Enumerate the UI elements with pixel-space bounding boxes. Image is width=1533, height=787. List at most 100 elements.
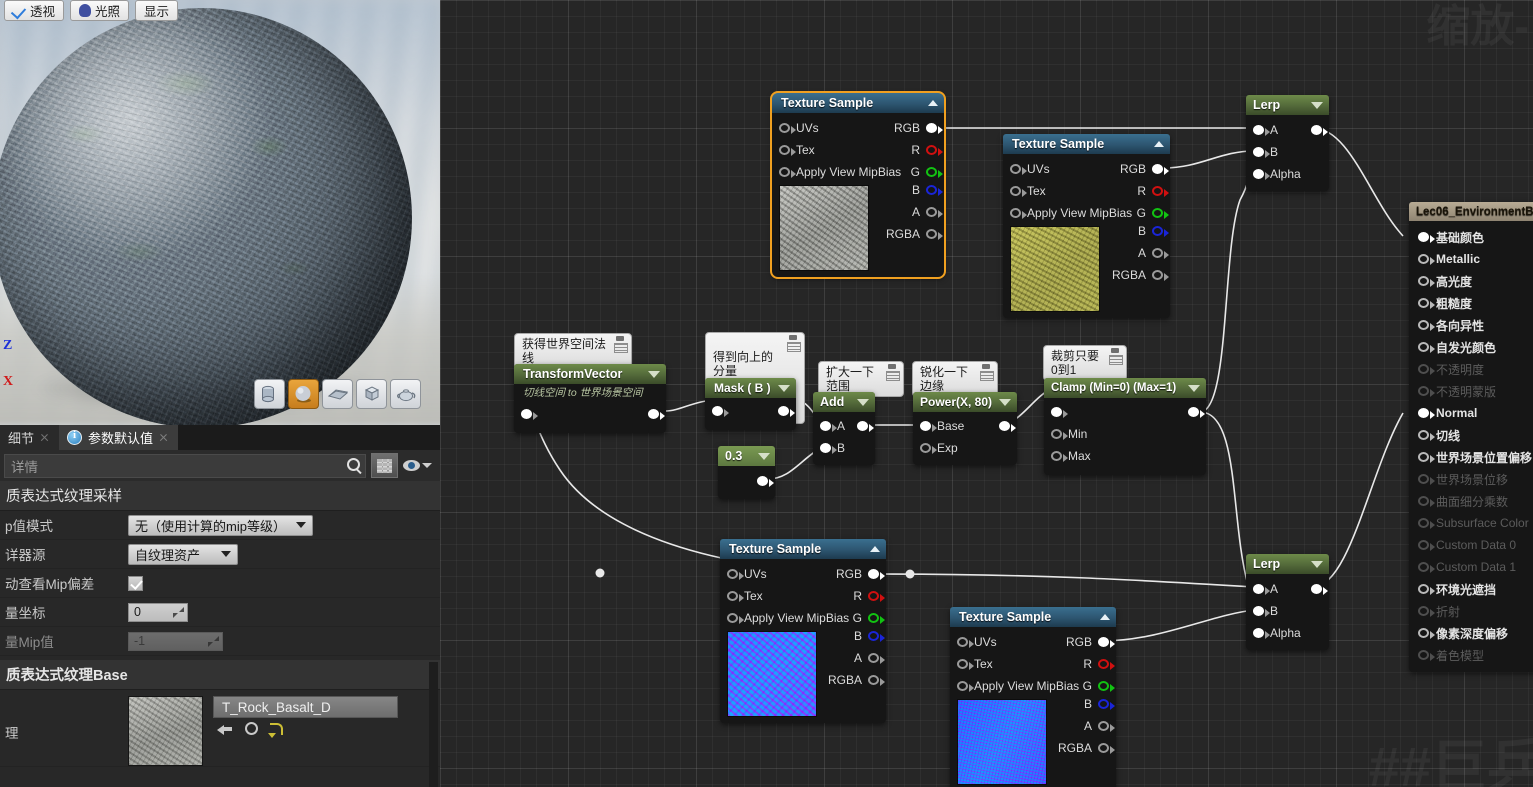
output-pin-normal[interactable]: Normal [1409, 402, 1533, 424]
input-pin-value[interactable] [712, 406, 729, 417]
viewport-button-perspective[interactable]: 透视 [4, 0, 65, 21]
node-header[interactable]: Clamp (Min=0) (Max=1) [1044, 378, 1206, 398]
shape-button-sphere[interactable] [288, 379, 319, 409]
browse-asset-icon[interactable] [245, 722, 258, 735]
output-pin-rgba[interactable] [1098, 743, 1115, 754]
visibility-filter-button[interactable] [403, 460, 436, 471]
node-header[interactable]: Texture Sample [772, 93, 944, 113]
pin[interactable] [1418, 254, 1435, 265]
output-pin-pixel-depth-offset[interactable]: 像素深度偏移 [1409, 622, 1533, 644]
pin[interactable] [1418, 452, 1435, 463]
input-pin-b[interactable] [1253, 606, 1270, 617]
output-pin-b[interactable] [868, 631, 885, 642]
output-pin-roughness[interactable]: 粗糙度 [1409, 292, 1533, 314]
input-pin-a[interactable] [1253, 125, 1270, 136]
input-pin-tex[interactable] [727, 591, 744, 602]
output-pin-rgb[interactable] [868, 569, 885, 580]
node-header[interactable]: Texture Sample [1003, 134, 1170, 154]
sampler-source-dropdown[interactable]: 自纹理资产 [128, 543, 238, 565]
chevron-down-icon[interactable] [1311, 560, 1323, 568]
pin[interactable] [1418, 584, 1435, 595]
input-pin-value[interactable] [1051, 407, 1068, 418]
output-pin-b[interactable] [1152, 226, 1169, 237]
pin[interactable] [1418, 232, 1435, 243]
node-header[interactable]: Texture Sample [720, 539, 886, 559]
input-pin-apply-view-mipbias[interactable] [1010, 208, 1027, 219]
comment-clamp-0-1[interactable]: 裁剪只要0到1 [1043, 345, 1127, 386]
output-pin-g[interactable] [926, 167, 943, 178]
input-pin-vector[interactable] [521, 409, 538, 420]
input-pin-apply-view-mipbias[interactable] [727, 613, 744, 624]
pin[interactable] [1418, 298, 1435, 309]
node-header[interactable]: Lerp [1246, 554, 1329, 574]
texture-asset-picker[interactable]: T_Rock_Basalt_D [213, 696, 398, 718]
tab-details[interactable]: 细节 [0, 425, 60, 450]
spinner-icon[interactable] [173, 606, 184, 618]
chevron-up-icon[interactable] [1100, 614, 1110, 620]
search-input[interactable]: 详情 [4, 453, 366, 478]
pin[interactable] [1418, 276, 1435, 287]
input-pin-apply-view-mipbias[interactable] [957, 681, 974, 692]
property-row-texture-asset[interactable]: 理 T_Rock_Basalt_D [0, 690, 440, 767]
output-pin-rgba[interactable] [1152, 270, 1169, 281]
node-material-output[interactable]: Lec06_EnvironmentBle 基础颜色 Metallic 高光度 粗… [1409, 202, 1533, 672]
output-pin-base-color[interactable]: 基础颜色 [1409, 226, 1533, 248]
output-pin-result[interactable] [999, 421, 1016, 432]
input-pin-tex[interactable] [779, 145, 796, 156]
input-pin-b[interactable] [1253, 147, 1270, 158]
pin-comment-icon[interactable] [613, 336, 628, 353]
output-pin-anisotropy[interactable]: 各向异性 [1409, 314, 1533, 336]
node-lerp-base-color[interactable]: Lerp A B Alpha [1246, 95, 1329, 191]
output-pin-r[interactable] [868, 591, 885, 602]
mip-value-mode-dropdown[interactable]: 无（使用计算的mip等级） [128, 514, 313, 536]
node-header[interactable]: Texture Sample [950, 607, 1116, 627]
node-transform-vector[interactable]: TransformVector 切线空间 to 世界场景空间 [514, 364, 666, 433]
node-header[interactable]: 0.3 [718, 446, 775, 466]
output-pin-a[interactable] [1152, 248, 1169, 259]
node-add[interactable]: Add A B [813, 392, 875, 465]
output-pin-a[interactable] [868, 653, 885, 664]
texture-thumbnail[interactable] [128, 696, 203, 766]
auto-view-mip-bias-checkbox[interactable] [128, 575, 143, 591]
output-pin-metallic[interactable]: Metallic [1409, 248, 1533, 270]
node-header[interactable]: Lerp [1246, 95, 1329, 115]
output-pin-result[interactable] [648, 409, 665, 420]
output-pin-r[interactable] [1152, 186, 1169, 197]
input-pin-tex[interactable] [957, 659, 974, 670]
material-graph-canvas[interactable]: 缩放- ##巨乒 Texture Sample UVs RGB Tex R Ap… [440, 0, 1533, 787]
node-texture-preview[interactable] [1010, 226, 1100, 312]
column-layout-button[interactable] [371, 453, 398, 478]
output-pin-result[interactable] [1311, 584, 1328, 595]
node-texture-sample-normal-moss[interactable]: Texture Sample UVs RGB Tex R Apply View … [950, 607, 1116, 787]
output-pin-emissive-color[interactable]: 自发光颜色 [1409, 336, 1533, 358]
output-pin-result[interactable] [1188, 407, 1205, 418]
chevron-up-icon[interactable] [870, 546, 880, 552]
pin-comment-icon[interactable] [786, 335, 801, 352]
node-texture-preview[interactable] [957, 699, 1047, 785]
shape-button-cylinder[interactable] [254, 379, 285, 409]
pin-comment-icon[interactable] [1108, 348, 1123, 365]
output-pin-rgba[interactable] [868, 675, 885, 686]
node-texture-sample-normal-rock[interactable]: Texture Sample UVs RGB Tex R Apply View … [720, 539, 886, 723]
node-header[interactable]: Add [813, 392, 875, 412]
node-header[interactable]: Lec06_EnvironmentBle [1409, 202, 1533, 221]
input-pin-b[interactable] [820, 443, 837, 454]
pin[interactable] [1418, 430, 1435, 441]
input-pin-uvs[interactable] [727, 569, 744, 580]
node-constant-0-3[interactable]: 0.3 [718, 446, 775, 499]
output-pin-b[interactable] [1098, 699, 1115, 710]
shape-button-teapot[interactable] [390, 379, 421, 409]
output-pin-r[interactable] [926, 145, 943, 156]
property-row-const-coordinate[interactable]: 量坐标 0 [0, 598, 440, 627]
input-pin-base[interactable] [920, 421, 937, 432]
output-pin-rgb[interactable] [1152, 164, 1169, 175]
input-pin-exp[interactable] [920, 443, 937, 454]
output-pin-rgb[interactable] [926, 123, 943, 134]
reset-to-default-icon[interactable] [268, 722, 283, 738]
pin[interactable] [1418, 320, 1435, 331]
node-header[interactable]: TransformVector [514, 364, 666, 384]
output-pin-r[interactable] [1098, 659, 1115, 670]
output-pin-ambient-occlusion[interactable]: 环境光遮挡 [1409, 578, 1533, 600]
chevron-down-icon[interactable] [758, 452, 770, 460]
node-texture-preview[interactable] [727, 631, 817, 717]
